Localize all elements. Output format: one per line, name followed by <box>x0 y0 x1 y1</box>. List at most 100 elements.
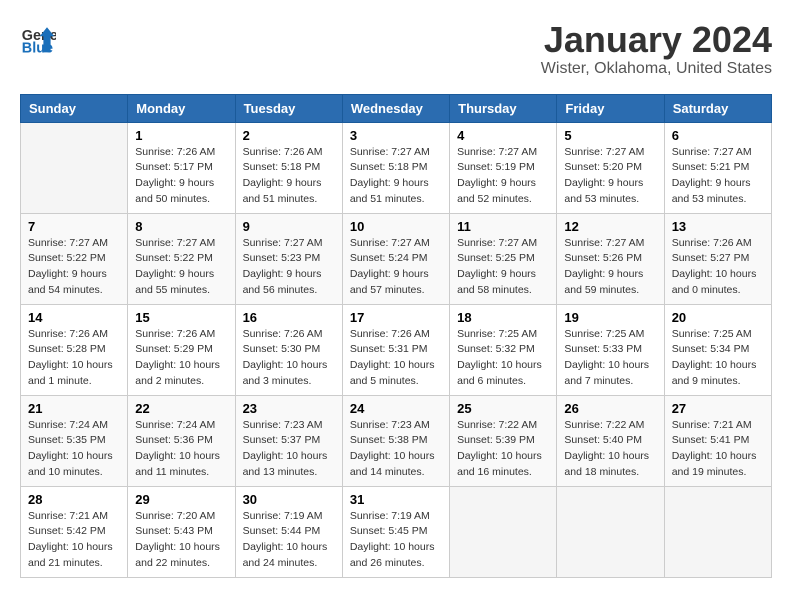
weekday-header-sunday: Sunday <box>21 94 128 122</box>
day-info: Sunrise: 7:26 AM Sunset: 5:18 PM Dayligh… <box>243 145 335 208</box>
day-number: 14 <box>28 310 120 325</box>
calendar-cell <box>557 486 664 577</box>
day-info: Sunrise: 7:27 AM Sunset: 5:18 PM Dayligh… <box>350 145 442 208</box>
day-number: 29 <box>135 492 227 507</box>
day-number: 11 <box>457 219 549 234</box>
logo-icon: General Blue <box>20 20 56 56</box>
day-info: Sunrise: 7:22 AM Sunset: 5:39 PM Dayligh… <box>457 418 549 481</box>
day-number: 28 <box>28 492 120 507</box>
calendar-week-4: 21 Sunrise: 7:24 AM Sunset: 5:35 PM Dayli… <box>21 395 772 486</box>
day-info: Sunrise: 7:27 AM Sunset: 5:26 PM Dayligh… <box>564 236 656 299</box>
calendar-cell: 12Sunrise: 7:27 AM Sunset: 5:26 PM Dayli… <box>557 213 664 304</box>
day-number: 9 <box>243 219 335 234</box>
weekday-header-thursday: Thursday <box>450 94 557 122</box>
weekday-header-friday: Friday <box>557 94 664 122</box>
calendar-cell: 26 Sunrise: 7:22 AM Sunset: 5:40 PM Dayli… <box>557 395 664 486</box>
day-number: 22 <box>135 401 227 416</box>
calendar-cell: 17 Sunrise: 7:26 AM Sunset: 5:31 PM Dayli… <box>342 304 449 395</box>
day-info: Sunrise: 7:27 AM Sunset: 5:21 PM Dayligh… <box>672 145 764 208</box>
calendar-cell: 19 Sunrise: 7:25 AM Sunset: 5:33 PM Dayli… <box>557 304 664 395</box>
day-number: 20 <box>672 310 764 325</box>
calendar-cell: 5 Sunrise: 7:27 AM Sunset: 5:20 PM Daylig… <box>557 122 664 213</box>
day-number: 17 <box>350 310 442 325</box>
calendar-cell: 27 Sunrise: 7:21 AM Sunset: 5:41 PM Dayli… <box>664 395 771 486</box>
day-number: 5 <box>564 128 656 143</box>
day-number: 8 <box>135 219 227 234</box>
day-number: 2 <box>243 128 335 143</box>
calendar-table: SundayMondayTuesdayWednesdayThursdayFrid… <box>20 94 772 578</box>
day-number: 30 <box>243 492 335 507</box>
day-number: 27 <box>672 401 764 416</box>
weekday-header-monday: Monday <box>128 94 235 122</box>
day-info: Sunrise: 7:23 AM Sunset: 5:38 PM Dayligh… <box>350 418 442 481</box>
calendar-cell: 15 Sunrise: 7:26 AM Sunset: 5:29 PM Dayli… <box>128 304 235 395</box>
day-number: 19 <box>564 310 656 325</box>
day-info: Sunrise: 7:24 AM Sunset: 5:35 PM Dayligh… <box>28 418 120 481</box>
day-number: 31 <box>350 492 442 507</box>
day-info: Sunrise: 7:21 AM Sunset: 5:42 PM Dayligh… <box>28 509 120 572</box>
calendar-cell: 2 Sunrise: 7:26 AM Sunset: 5:18 PM Daylig… <box>235 122 342 213</box>
day-info: Sunrise: 7:26 AM Sunset: 5:17 PM Dayligh… <box>135 145 227 208</box>
day-number: 16 <box>243 310 335 325</box>
calendar-cell: 11 Sunrise: 7:27 AM Sunset: 5:25 PM Dayli… <box>450 213 557 304</box>
day-info: Sunrise: 7:26 AM Sunset: 5:31 PM Dayligh… <box>350 327 442 390</box>
day-number: 7 <box>28 219 120 234</box>
day-info: Sunrise: 7:27 AM Sunset: 5:25 PM Dayligh… <box>457 236 549 299</box>
calendar-week-5: 28 Sunrise: 7:21 AM Sunset: 5:42 PM Dayli… <box>21 486 772 577</box>
calendar-week-3: 14 Sunrise: 7:26 AM Sunset: 5:28 PM Dayli… <box>21 304 772 395</box>
day-number: 13 <box>672 219 764 234</box>
day-number: 1 <box>135 128 227 143</box>
calendar-cell: 8 Sunrise: 7:27 AM Sunset: 5:22 PM Daylig… <box>128 213 235 304</box>
calendar-cell: 23 Sunrise: 7:23 AM Sunset: 5:37 PM Dayli… <box>235 395 342 486</box>
day-info: Sunrise: 7:25 AM Sunset: 5:32 PM Dayligh… <box>457 327 549 390</box>
day-info: Sunrise: 7:26 AM Sunset: 5:28 PM Dayligh… <box>28 327 120 390</box>
calendar-cell: 29 Sunrise: 7:20 AM Sunset: 5:43 PM Dayli… <box>128 486 235 577</box>
day-info: Sunrise: 7:19 AM Sunset: 5:45 PM Dayligh… <box>350 509 442 572</box>
calendar-cell: 6Sunrise: 7:27 AM Sunset: 5:21 PM Daylig… <box>664 122 771 213</box>
day-number: 21 <box>28 401 120 416</box>
calendar-cell: 22Sunrise: 7:24 AM Sunset: 5:36 PM Dayli… <box>128 395 235 486</box>
calendar-cell: 30 Sunrise: 7:19 AM Sunset: 5:44 PM Dayli… <box>235 486 342 577</box>
day-number: 10 <box>350 219 442 234</box>
day-number: 25 <box>457 401 549 416</box>
day-number: 18 <box>457 310 549 325</box>
day-number: 24 <box>350 401 442 416</box>
day-info: Sunrise: 7:27 AM Sunset: 5:22 PM Dayligh… <box>28 236 120 299</box>
month-title: January 2024 <box>541 20 772 60</box>
calendar-cell: 18 Sunrise: 7:25 AM Sunset: 5:32 PM Dayli… <box>450 304 557 395</box>
page-header: General Blue January 2024 Wister, Oklaho… <box>20 20 772 78</box>
day-info: Sunrise: 7:27 AM Sunset: 5:22 PM Dayligh… <box>135 236 227 299</box>
day-number: 3 <box>350 128 442 143</box>
calendar-cell: 20 Sunrise: 7:25 AM Sunset: 5:34 PM Dayli… <box>664 304 771 395</box>
day-info: Sunrise: 7:20 AM Sunset: 5:43 PM Dayligh… <box>135 509 227 572</box>
location-title: Wister, Oklahoma, United States <box>541 60 772 78</box>
day-info: Sunrise: 7:21 AM Sunset: 5:41 PM Dayligh… <box>672 418 764 481</box>
calendar-cell: 14 Sunrise: 7:26 AM Sunset: 5:28 PM Dayli… <box>21 304 128 395</box>
day-info: Sunrise: 7:26 AM Sunset: 5:27 PM Dayligh… <box>672 236 764 299</box>
calendar-week-1: 1 Sunrise: 7:26 AM Sunset: 5:17 PM Daylig… <box>21 122 772 213</box>
calendar-cell: 31 Sunrise: 7:19 AM Sunset: 5:45 PM Dayli… <box>342 486 449 577</box>
calendar-cell: 10 Sunrise: 7:27 AM Sunset: 5:24 PM Dayli… <box>342 213 449 304</box>
day-info: Sunrise: 7:19 AM Sunset: 5:44 PM Dayligh… <box>243 509 335 572</box>
calendar-cell: 7 Sunrise: 7:27 AM Sunset: 5:22 PM Daylig… <box>21 213 128 304</box>
day-info: Sunrise: 7:26 AM Sunset: 5:30 PM Dayligh… <box>243 327 335 390</box>
day-number: 4 <box>457 128 549 143</box>
weekday-header-row: SundayMondayTuesdayWednesdayThursdayFrid… <box>21 94 772 122</box>
day-number: 23 <box>243 401 335 416</box>
weekday-header-tuesday: Tuesday <box>235 94 342 122</box>
calendar-cell <box>664 486 771 577</box>
day-number: 26 <box>564 401 656 416</box>
day-info: Sunrise: 7:26 AM Sunset: 5:29 PM Dayligh… <box>135 327 227 390</box>
logo: General Blue <box>20 20 56 56</box>
title-block: January 2024 Wister, Oklahoma, United St… <box>541 20 772 78</box>
day-info: Sunrise: 7:25 AM Sunset: 5:33 PM Dayligh… <box>564 327 656 390</box>
day-info: Sunrise: 7:25 AM Sunset: 5:34 PM Dayligh… <box>672 327 764 390</box>
day-info: Sunrise: 7:22 AM Sunset: 5:40 PM Dayligh… <box>564 418 656 481</box>
day-info: Sunrise: 7:27 AM Sunset: 5:24 PM Dayligh… <box>350 236 442 299</box>
day-info: Sunrise: 7:27 AM Sunset: 5:20 PM Dayligh… <box>564 145 656 208</box>
day-info: Sunrise: 7:27 AM Sunset: 5:19 PM Dayligh… <box>457 145 549 208</box>
day-number: 15 <box>135 310 227 325</box>
calendar-cell: 9Sunrise: 7:27 AM Sunset: 5:23 PM Daylig… <box>235 213 342 304</box>
day-info: Sunrise: 7:23 AM Sunset: 5:37 PM Dayligh… <box>243 418 335 481</box>
calendar-cell <box>450 486 557 577</box>
